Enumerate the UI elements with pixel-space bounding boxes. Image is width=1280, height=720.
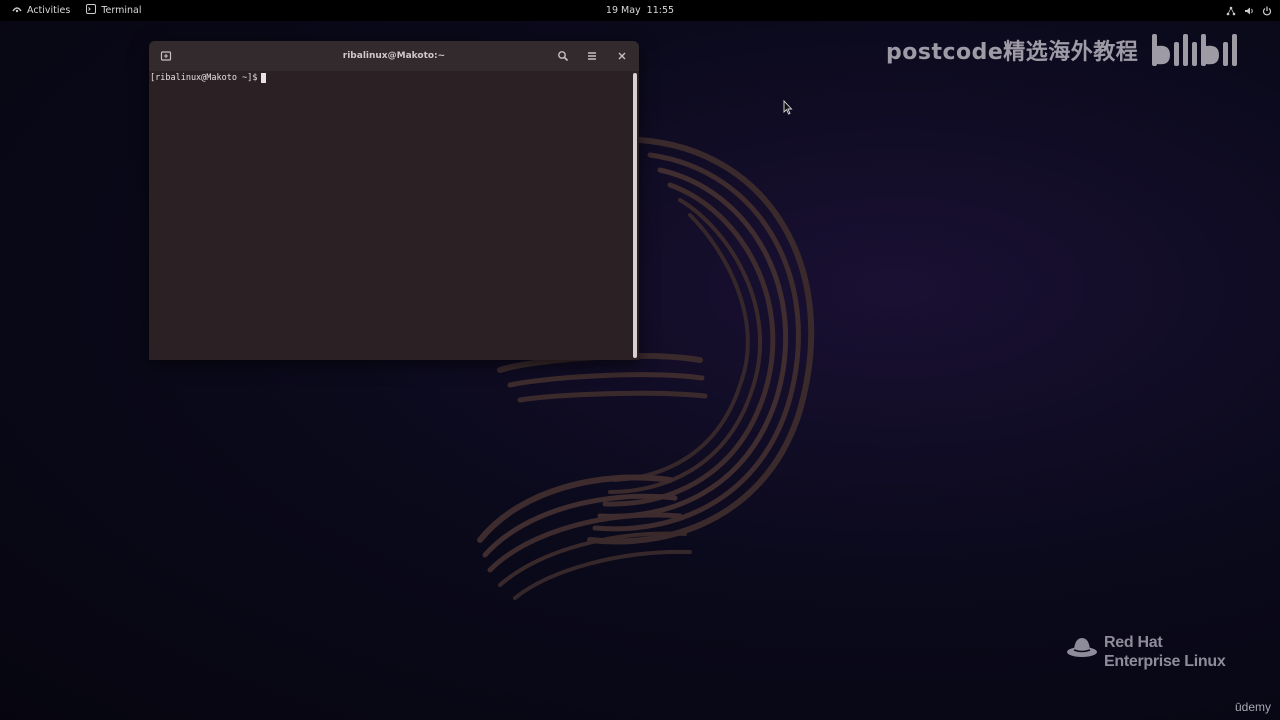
terminal-app-icon — [86, 4, 97, 17]
enterprise-linux-label: Enterprise Linux — [1104, 653, 1226, 670]
terminal-header-bar[interactable]: ribalinux@Makoto:~ — [149, 41, 639, 71]
bilibili-watermark: postcode精选海外教程 — [886, 30, 1243, 70]
prompt-line: [ribalinux@Makoto ~]$ — [150, 73, 633, 83]
power-icon[interactable] — [1262, 6, 1272, 16]
watermark-text: postcode精选海外教程 — [886, 40, 1139, 65]
menu-icon[interactable] — [583, 47, 601, 65]
text-cursor — [261, 73, 267, 83]
activities-label: Activities — [27, 5, 71, 16]
search-icon[interactable] — [554, 47, 572, 65]
clock-time: 11:55 — [646, 5, 675, 16]
clock-button[interactable]: 19 May 11:55 — [606, 0, 674, 21]
clock-date: 19 May — [605, 5, 641, 16]
system-tray[interactable] — [1226, 0, 1272, 21]
shell-prompt: [ribalinux@Makoto ~]$ — [150, 73, 258, 83]
bilibili-logo-icon — [1152, 34, 1238, 66]
network-icon[interactable] — [1226, 6, 1236, 16]
redhat-hat-icon — [1067, 638, 1097, 657]
app-menu-label: Terminal — [101, 5, 142, 16]
close-icon[interactable] — [613, 47, 631, 65]
activities-icon — [12, 4, 22, 17]
mouse-pointer-icon — [783, 100, 793, 115]
terminal-title: ribalinux@Makoto:~ — [342, 51, 446, 61]
redhat-label: Red Hat — [1104, 634, 1163, 651]
app-menu-button[interactable]: Terminal — [78, 0, 149, 21]
new-tab-icon[interactable] — [157, 47, 175, 65]
top-bar: Activities Terminal 19 May 11:55 — [0, 0, 1280, 21]
terminal-scrollbar[interactable] — [633, 73, 637, 358]
activities-button[interactable]: Activities — [4, 0, 78, 21]
volume-icon[interactable] — [1244, 6, 1254, 16]
udemy-watermark: ūdemy — [1234, 700, 1271, 714]
terminal-window[interactable]: ribalinux@Makoto:~ [ribalinux@Makoto ~]$ — [149, 41, 639, 360]
terminal-output[interactable]: [ribalinux@Makoto ~]$ — [149, 71, 633, 360]
redhat-logo: Red Hat Enterprise Linux — [1066, 633, 1226, 671]
